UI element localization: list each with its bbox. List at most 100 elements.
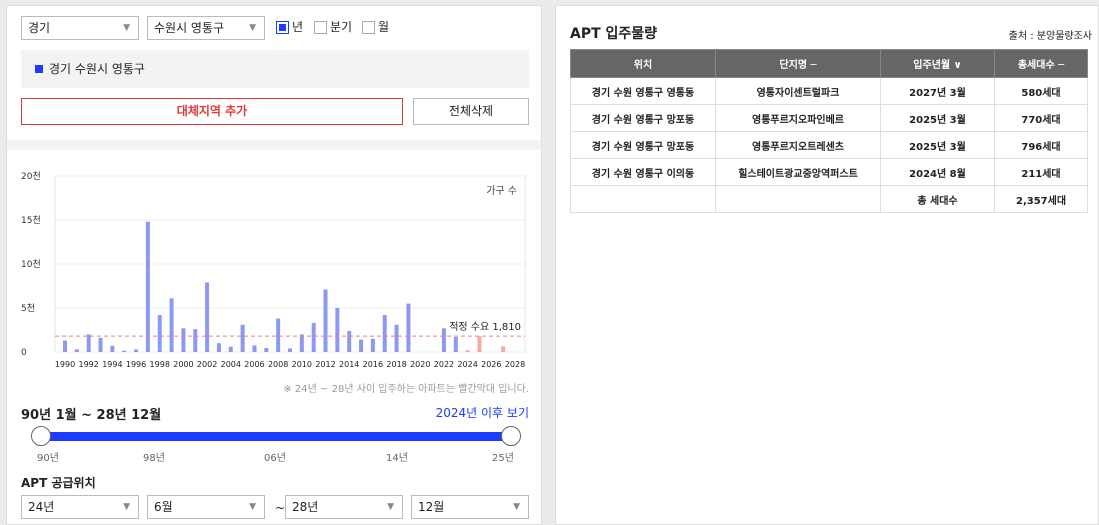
x-tick-label: 1992 (79, 360, 99, 369)
bar (240, 324, 245, 352)
chart-note: ※ 24년 ~ 28년 사이 입주하는 아파트는 빨간막대 입니다. (283, 384, 529, 395)
period-year-checkbox[interactable]: 년 (276, 20, 303, 34)
column-header-location[interactable]: 위치 (570, 49, 716, 78)
range-separator: ~ (275, 501, 286, 515)
bar (441, 328, 446, 352)
bar (299, 334, 304, 352)
legend-label: 가구 수 (486, 185, 517, 197)
x-tick-label: 2014 (339, 360, 359, 369)
delete-all-button[interactable]: 전체삭제 (413, 98, 529, 125)
table-row[interactable]: 경기 수원 영통구 망포동 영통푸르지오파인베르 2025년 3월 770세대 (570, 104, 1088, 132)
apt-supply-table: 위치 단지명 ─ 입주년월 ∨ 총세대수 ─ 경기 수원 영통구 영통동 영통자… (570, 49, 1088, 213)
to-month-value: 12월 (418, 500, 445, 514)
reference-line-label: 적정 수요 1,810 (449, 321, 521, 333)
x-tick-label: 2004 (221, 360, 241, 369)
bar (205, 282, 210, 352)
x-tick-label: 2026 (481, 360, 501, 369)
column-header-households[interactable]: 총세대수 ─ (994, 49, 1088, 78)
source-label: 출처 : 분양물량조사 (1008, 31, 1092, 42)
section-divider (7, 140, 541, 150)
add-region-button[interactable]: 대체지역 추가 (21, 98, 403, 125)
bar (347, 330, 352, 352)
province-select[interactable]: 경기 ▼ (21, 16, 139, 40)
y-tick-label: 0 (21, 348, 27, 358)
bar (465, 350, 470, 352)
cell-location: 경기 수원 영통구 이의동 (570, 158, 716, 186)
right-panel: APT 입주물량 출처 : 분양물량조사 위치 단지명 ─ 입주년월 ∨ 총세대… (555, 5, 1099, 525)
table-row[interactable]: 경기 수원 영통구 이의동 힐스테이트광교중앙역퍼스트 2024년 8월 211… (570, 158, 1088, 186)
table-row[interactable]: 경기 수원 영통구 영통동 영통자이센트럴파크 2027년 3월 580세대 (570, 77, 1088, 105)
chevron-down-icon: ▼ (513, 502, 520, 512)
bar (276, 318, 281, 352)
range-label: 14년 (386, 453, 408, 464)
table-row[interactable]: 경기 수원 영통구 망포동 영통푸르지오트레센츠 2025년 3월 796세대 (570, 131, 1088, 159)
range-label: 06년 (264, 453, 286, 464)
column-header-complex[interactable]: 단지명 ─ (715, 49, 881, 78)
cell-total-label: 총 세대수 (880, 185, 995, 213)
bar (63, 340, 67, 352)
bar (228, 346, 233, 352)
x-tick-label: 2000 (173, 360, 193, 369)
bar (370, 338, 375, 352)
chevron-down-icon: ▼ (249, 23, 256, 33)
region-marker-icon (35, 64, 43, 73)
bar (335, 308, 340, 352)
bar (252, 345, 257, 352)
to-year-select[interactable]: 28년 ▼ (285, 495, 403, 519)
bar (74, 349, 79, 352)
cell-empty (715, 185, 881, 213)
x-tick-label: 2022 (434, 360, 454, 369)
checkbox-checked-icon (276, 20, 289, 34)
cell-move-in: 2025년 3월 (880, 131, 995, 159)
range-slider-track[interactable] (41, 432, 511, 441)
bar (145, 221, 150, 352)
cell-total-value: 2,357세대 (994, 185, 1088, 213)
range-slider-start-handle[interactable] (31, 426, 51, 446)
bar (169, 298, 174, 352)
city-select[interactable]: 수원시 영통구 ▼ (147, 16, 265, 40)
x-tick-label: 2002 (197, 360, 217, 369)
x-tick-label: 2018 (386, 360, 406, 369)
bar (193, 329, 198, 352)
range-slider-end-handle[interactable] (501, 426, 521, 446)
bar (264, 348, 269, 352)
table-header-row: 위치 단지명 ─ 입주년월 ∨ 총세대수 ─ (570, 49, 1088, 78)
bar (98, 337, 103, 352)
cell-empty (570, 185, 716, 213)
y-tick-label: 15천 (21, 215, 41, 226)
range-title: 90년 1월 ~ 28년 12월 (21, 408, 162, 423)
to-year-value: 28년 (292, 500, 319, 514)
x-tick-label: 1990 (55, 360, 75, 369)
table-total-row: 총 세대수 2,357세대 (570, 185, 1088, 213)
from-year-select[interactable]: 24년 ▼ (21, 495, 139, 519)
selected-region-box: 경기 수원시 영통구 (21, 50, 529, 88)
bar (382, 315, 387, 352)
x-tick-label: 1996 (126, 360, 146, 369)
left-panel: 경기 ▼ 수원시 영통구 ▼ 년 분기 월 경기 수원시 영통구 대체지역 추가… (6, 5, 542, 525)
period-quarter-checkbox[interactable]: 분기 (314, 20, 352, 34)
to-month-select[interactable]: 12월 ▼ (411, 495, 529, 519)
period-month-checkbox[interactable]: 월 (362, 20, 389, 34)
bar (181, 328, 186, 352)
x-tick-label: 2010 (292, 360, 312, 369)
period-year-label: 년 (292, 20, 304, 34)
x-tick-label: 1994 (102, 360, 122, 369)
bar (122, 350, 127, 352)
selected-region-label: 경기 수원시 영통구 (49, 62, 145, 76)
cell-households: 580세대 (994, 77, 1088, 105)
supply-location-title: APT 공급위치 (21, 476, 96, 490)
cell-households: 211세대 (994, 158, 1088, 186)
cell-location: 경기 수원 영통구 망포동 (570, 131, 716, 159)
from-month-value: 6월 (154, 500, 173, 514)
cell-households: 796세대 (994, 131, 1088, 159)
supply-bar-chart: 0 5천 10천 15천 20천적정 수요 1,810 가구 수 1990 1992 1994 1… (21, 171, 526, 369)
column-header-move-in[interactable]: 입주년월 ∨ (880, 49, 995, 78)
from-month-select[interactable]: 6월 ▼ (147, 495, 265, 519)
cell-complex: 영통푸르지오트레센츠 (715, 131, 881, 159)
period-month-label: 월 (378, 20, 390, 34)
view-after-2024-link[interactable]: 2024년 이후 보기 (436, 404, 529, 421)
checkbox-icon (314, 20, 327, 34)
bar (134, 349, 139, 352)
x-tick-label: 2008 (268, 360, 288, 369)
cell-move-in: 2025년 3월 (880, 104, 995, 132)
